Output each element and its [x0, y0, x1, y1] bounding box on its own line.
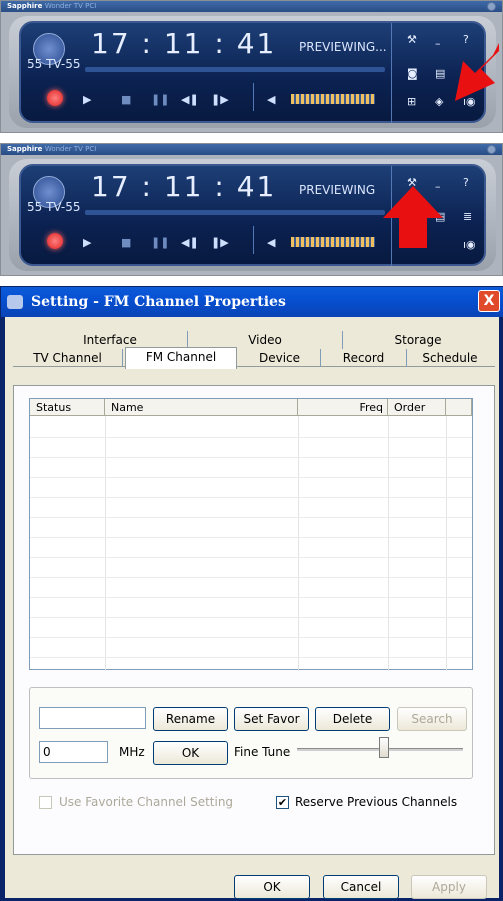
channel-label: 55 TV-55 — [27, 57, 81, 71]
volume-bar[interactable] — [291, 237, 375, 247]
use-favorite-checkbox[interactable] — [39, 796, 52, 809]
tab-fm-channel[interactable]: FM Channel — [125, 347, 237, 369]
player-titlebar: Sapphire Wonder TV PCI — [1, 144, 502, 155]
grid-line — [30, 657, 472, 658]
grid-line — [30, 637, 472, 638]
seek-bar[interactable] — [85, 67, 385, 72]
player-menu-button[interactable] — [487, 2, 496, 11]
grid-line — [30, 577, 472, 578]
tab-tv-channel[interactable]: TV Channel — [13, 349, 123, 367]
divider — [253, 83, 254, 111]
pause-icon[interactable]: ❚❚ — [151, 93, 169, 106]
column-header-order[interactable]: Order — [388, 399, 446, 416]
grid-line — [446, 416, 447, 671]
pause-icon[interactable]: ❚❚ — [151, 236, 169, 249]
play-icon[interactable]: ▶ — [83, 93, 91, 106]
grid-line — [30, 497, 472, 498]
brand-product: Wonder TV PCI — [44, 2, 97, 10]
status-text: PREVIEWING... — [299, 40, 387, 54]
divider — [391, 23, 392, 123]
snapshot-icon[interactable]: ◙ — [407, 67, 418, 80]
channel-name-input[interactable] — [39, 707, 146, 729]
search-button[interactable]: Search — [397, 707, 467, 731]
rename-button[interactable]: Rename — [153, 707, 228, 731]
settings-dialog: Setting - FM Channel Properties X Interf… — [0, 286, 503, 901]
grid-line — [30, 537, 472, 538]
channel-list[interactable]: Status Name Freq Order — [29, 398, 473, 671]
tv-player-bottom: Sapphire Wonder TV PCI 17 : 11 : 41 PREV… — [0, 143, 503, 276]
frequency-input[interactable]: 0 — [39, 741, 108, 763]
grid-line — [298, 416, 299, 671]
grid-line — [30, 597, 472, 598]
column-header-freq[interactable]: Freq — [298, 399, 388, 416]
stop-icon[interactable]: ■ — [121, 93, 131, 106]
grid-line — [30, 437, 472, 438]
tab-row-front: TV Channel FM Channel Device Record Sche… — [13, 347, 495, 369]
grid-line — [30, 477, 472, 478]
forward-icon[interactable]: ❚▶ — [211, 236, 229, 249]
player-titlebar: Sapphire Wonder TV PCI — [1, 1, 502, 12]
reserve-previous-label: Reserve Previous Channels — [295, 795, 458, 809]
tab-row-back: Interface Video Storage — [13, 331, 495, 349]
grid-line — [105, 416, 106, 671]
delete-button[interactable]: Delete — [315, 707, 390, 731]
settings-icon[interactable]: ⚒ — [407, 33, 417, 46]
grid-line — [388, 416, 389, 671]
player-screen: 17 : 11 : 41 PREVIEWING... 55 TV-55 ▶ ■ … — [19, 21, 486, 123]
ok-button[interactable]: OK — [234, 875, 310, 899]
column-header-extra — [446, 399, 472, 416]
tab-schedule[interactable]: Schedule — [407, 349, 493, 367]
rewind-icon[interactable]: ◀❚ — [181, 236, 199, 249]
brand-product: Wonder TV PCI — [44, 145, 97, 153]
clock-display: 17 : 11 : 41 — [91, 170, 277, 203]
play-icon[interactable]: ▶ — [83, 236, 91, 249]
divider — [253, 226, 254, 254]
tab-storage[interactable]: Storage — [343, 331, 493, 349]
fine-tune-label: Fine Tune — [234, 745, 291, 759]
cancel-button[interactable]: Cancel — [323, 875, 399, 899]
fine-tune-thumb[interactable] — [379, 737, 389, 758]
brand-name: Sapphire — [7, 2, 43, 10]
column-header-name[interactable]: Name — [105, 399, 298, 416]
pointer-arrow-icon — [455, 43, 499, 101]
reserve-previous-checkbox[interactable]: ✔ — [276, 796, 289, 809]
player-menu-button[interactable] — [487, 145, 496, 154]
status-text: PREVIEWING — [299, 183, 376, 197]
pip-icon[interactable]: ⊞ — [407, 95, 416, 108]
app-icon — [7, 295, 23, 309]
apply-button[interactable]: Apply — [411, 875, 487, 899]
dialog-title-text: Setting - FM Channel Properties — [31, 294, 286, 310]
grid-line — [30, 517, 472, 518]
tv-player-top: Sapphire Wonder TV PCI 17 : 11 : 41 PREV… — [0, 0, 503, 133]
pointer-arrow-icon — [383, 186, 443, 248]
help-icon[interactable]: ? — [463, 176, 469, 189]
dialog-title: Setting - FM Channel Properties — [1, 287, 503, 317]
ok-small-button[interactable]: OK — [153, 741, 228, 765]
channel-controls-group — [29, 687, 473, 779]
forward-icon[interactable]: ❚▶ — [211, 93, 229, 106]
speaker-icon[interactable]: ◀ — [267, 236, 275, 249]
speaker-icon[interactable]: ◀ — [267, 93, 275, 106]
list-icon[interactable]: ≣ — [463, 210, 472, 223]
channel-label: 55 TV-55 — [27, 200, 81, 214]
column-header-status[interactable]: Status — [30, 399, 105, 416]
volume-bar[interactable] — [291, 94, 375, 104]
brand-name: Sapphire — [7, 145, 43, 153]
stop-icon[interactable]: ■ — [121, 236, 131, 249]
set-favor-button[interactable]: Set Favor — [234, 707, 309, 731]
record-button[interactable] — [47, 90, 63, 106]
use-favorite-label: Use Favorite Channel Setting — [59, 795, 234, 809]
grid-line — [30, 557, 472, 558]
clock-display: 17 : 11 : 41 — [91, 27, 277, 60]
tab-record[interactable]: Record — [321, 349, 407, 367]
mhz-label: MHz — [119, 745, 145, 759]
tab-device[interactable]: Device — [239, 349, 321, 367]
record-button[interactable] — [47, 233, 63, 249]
rewind-icon[interactable]: ◀❚ — [181, 93, 199, 106]
grid-line — [30, 457, 472, 458]
audio-mode-icon[interactable]: ı◉ — [463, 238, 476, 251]
seek-bar[interactable] — [85, 210, 385, 215]
close-button[interactable]: X — [478, 290, 500, 312]
grid-line — [30, 617, 472, 618]
